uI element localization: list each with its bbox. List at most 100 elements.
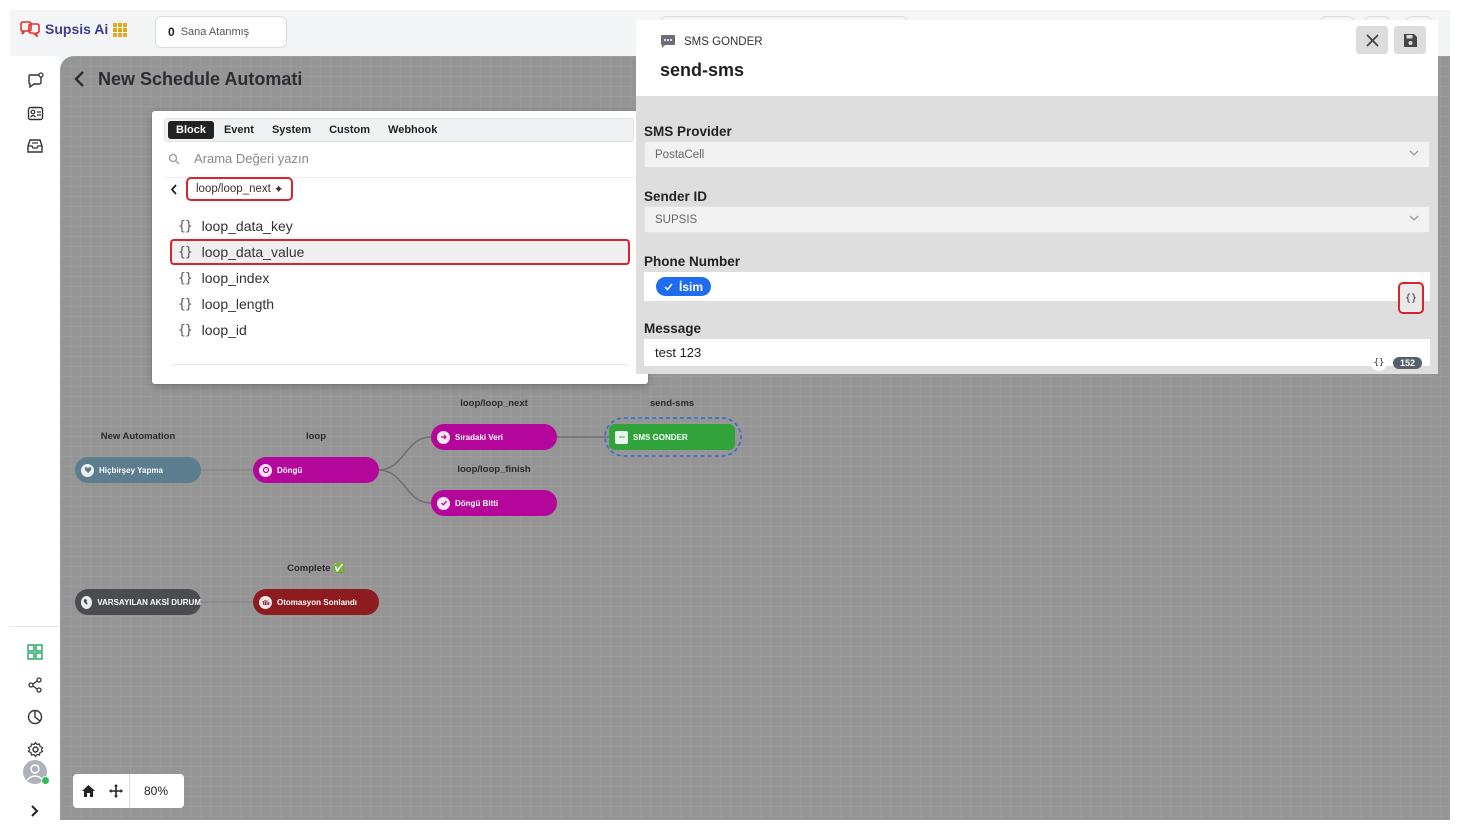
app-window: Supsis Ai 0 Sana Atanmış New Schedule Au… xyxy=(10,10,1450,820)
close-icon xyxy=(1365,33,1379,47)
variable-item[interactable]: {} loop_length xyxy=(172,291,634,317)
zoom-controls: 80% xyxy=(73,774,184,808)
node-label: Sıradaki Veri xyxy=(455,432,504,442)
sidebar xyxy=(10,56,60,820)
sender-label: Sender ID xyxy=(644,189,708,204)
back-chevron-icon[interactable] xyxy=(170,183,178,195)
variable-item-selected[interactable]: {} loop_data_value xyxy=(170,239,630,265)
braces-icon: {} xyxy=(178,270,193,286)
tab-system[interactable]: System xyxy=(264,121,319,139)
sender-select[interactable]: SUPSIS xyxy=(644,206,1430,233)
check-circle-icon xyxy=(437,496,450,510)
tab-event[interactable]: Event xyxy=(216,121,262,139)
variable-item[interactable]: {} loop_index xyxy=(172,265,634,291)
online-status-dot xyxy=(41,776,50,785)
contacts-icon[interactable] xyxy=(25,103,45,123)
character-count-badge: 152 xyxy=(1393,357,1423,369)
message-label: Message xyxy=(644,321,702,336)
inbox-icon[interactable] xyxy=(25,136,45,156)
flow-node-otomasyon-sonlandi[interactable]: Otomasyon Sonlandı xyxy=(253,589,379,615)
variable-name: loop_data_key xyxy=(201,218,293,234)
flow-label-send-sms: send-sms xyxy=(649,398,695,409)
chip-label: İsim xyxy=(679,279,704,294)
brand-name: Supsis Ai xyxy=(45,21,109,37)
sender-value: SUPSIS xyxy=(655,213,698,226)
save-icon xyxy=(1403,33,1417,47)
expand-sidebar-chevron-icon[interactable] xyxy=(25,801,45,820)
dashboard-grid-icon[interactable] xyxy=(25,642,45,662)
provider-value: PostaCell xyxy=(655,148,705,161)
provider-select[interactable]: PostaCell xyxy=(644,141,1430,168)
variable-item[interactable]: {} loop_data_key xyxy=(172,213,634,239)
apps-grid-icon[interactable] xyxy=(113,23,127,37)
flow-label-loop-next: loop/loop_next xyxy=(460,398,528,409)
braces-icon: {} xyxy=(1404,292,1418,304)
search-icon xyxy=(168,153,180,164)
block-title: send-sms xyxy=(660,60,745,80)
variable-name: loop_data_value xyxy=(201,244,305,260)
variable-chip[interactable]: İsim xyxy=(656,277,712,296)
variable-item[interactable]: {} loop_id xyxy=(172,317,634,343)
message-icon xyxy=(615,430,628,444)
flow-node-sms-gonder[interactable]: SMS GONDER xyxy=(609,424,735,450)
node-label: SMS GONDER xyxy=(633,432,688,442)
character-count: 152 xyxy=(1400,358,1416,368)
close-button[interactable] xyxy=(1356,26,1388,54)
move-arrows-icon[interactable] xyxy=(103,783,129,799)
home-icon[interactable] xyxy=(73,784,103,798)
settings-gear-icon[interactable] xyxy=(25,739,45,759)
node-label: Döngü xyxy=(277,465,303,475)
variable-name: loop_id xyxy=(201,322,247,338)
search-input[interactable]: Arama Değeri yazın xyxy=(194,151,309,166)
chevron-down-icon xyxy=(1409,215,1419,221)
block-settings-panel: SMS GONDER send-sms SMS Provider PostaCe… xyxy=(636,20,1438,374)
message-value: test 123 xyxy=(655,345,702,360)
share-icon[interactable] xyxy=(25,675,45,695)
assigned-to-me-box[interactable]: 0 Sana Atanmış xyxy=(155,16,287,48)
node-label: Hiçbirşey Yapma xyxy=(99,465,163,475)
tab-block[interactable]: Block xyxy=(168,121,214,139)
flow-node-varsayilan[interactable]: VARSAYILAN AKSİ DURUM xyxy=(75,589,201,615)
message-variable-button[interactable]: {} xyxy=(1371,355,1387,371)
braces-icon: {} xyxy=(1373,358,1385,368)
breadcrumb-label: loop/loop_next xyxy=(196,183,271,195)
variable-name: loop_index xyxy=(201,270,270,286)
flow-label-loop: loop xyxy=(305,431,327,442)
message-input[interactable]: test 123 xyxy=(644,339,1430,366)
breadcrumb-path[interactable]: loop/loop_next ✦ xyxy=(186,177,294,201)
flow-node-hicbirsey-yapma[interactable]: Hiçbirşey Yapma xyxy=(75,457,201,483)
zoom-level[interactable]: 80% xyxy=(130,784,168,798)
braces-icon: {} xyxy=(178,296,193,312)
tab-custom[interactable]: Custom xyxy=(321,121,378,139)
block-type-label: SMS GONDER xyxy=(684,35,763,48)
variable-list: {} loop_data_key {} loop_data_value {} l… xyxy=(170,213,634,343)
reports-pie-icon[interactable] xyxy=(25,707,45,727)
flow-label-loop-finish: loop/loop_finish xyxy=(457,464,531,475)
check-icon xyxy=(664,283,673,291)
save-button[interactable] xyxy=(1394,26,1426,54)
next-icon xyxy=(437,430,450,444)
block-type: SMS GONDER xyxy=(660,34,763,49)
flow-node-dongu-bitti[interactable]: Döngü Bitti xyxy=(431,490,557,516)
braces-icon: {} xyxy=(178,244,193,260)
popup-bottom-divider xyxy=(172,364,628,365)
wave-hand-icon xyxy=(259,595,272,609)
flow-label-complete: Complete ✅ xyxy=(287,563,345,574)
insert-variable-button[interactable]: {} xyxy=(1398,282,1424,314)
flow-node-siradaki-veri[interactable]: Sıradaki Veri xyxy=(431,424,557,450)
assigned-label: Sana Atanmış xyxy=(180,26,250,38)
phone-input[interactable]: İsim xyxy=(644,272,1430,301)
sidebar-divider xyxy=(10,626,60,627)
chevron-down-icon xyxy=(1409,150,1419,156)
chat-icon[interactable] xyxy=(25,70,45,90)
breadcrumb: loop/loop_next ✦ xyxy=(170,177,294,201)
popup-tabbar: Block Event System Custom Webhook xyxy=(164,118,634,142)
brand[interactable]: Supsis Ai xyxy=(19,21,108,37)
provider-label: SMS Provider xyxy=(644,124,732,139)
flow-node-dongu[interactable]: Döngü xyxy=(253,457,379,483)
tab-webhook[interactable]: Webhook xyxy=(380,121,445,139)
node-type-icon xyxy=(81,463,94,477)
popup-search[interactable]: Arama Değeri yazın xyxy=(168,151,309,166)
node-label: VARSAYILAN AKSİ DURUM xyxy=(97,597,201,607)
sparkle-icon: ✦ xyxy=(273,184,284,196)
